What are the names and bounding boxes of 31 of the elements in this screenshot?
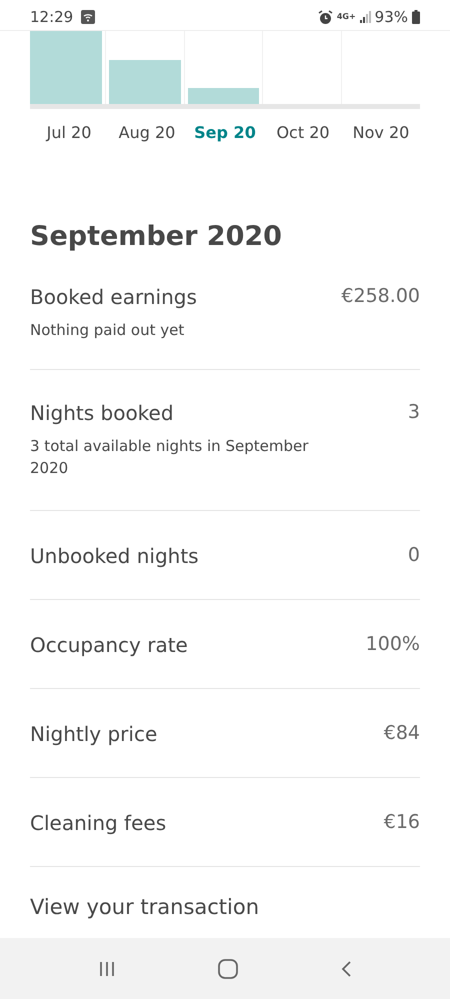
recent-apps-icon[interactable] bbox=[99, 960, 116, 976]
row-value: €16 bbox=[384, 810, 420, 835]
section-title: September 2020 bbox=[30, 220, 283, 254]
row-note: Nothing paid out yet bbox=[30, 320, 186, 340]
row-label: Unbooked nights bbox=[30, 542, 199, 570]
signal-icon bbox=[360, 11, 371, 23]
row-value: 100% bbox=[366, 632, 420, 657]
row-value: 3 bbox=[408, 400, 420, 426]
battery-icon bbox=[412, 10, 420, 24]
month-label[interactable]: Jul 20 bbox=[30, 121, 108, 145]
battery-percent: 93% bbox=[374, 6, 408, 28]
month-label[interactable]: Nov 20 bbox=[342, 121, 420, 145]
row-label: Cleaning fees bbox=[30, 810, 166, 837]
row-note: 3 total available nights in September 2020 bbox=[30, 436, 310, 479]
back-icon[interactable] bbox=[340, 960, 351, 976]
row-value: €84 bbox=[384, 720, 420, 746]
status-time: 12:29 bbox=[30, 6, 74, 28]
month-label[interactable]: Sep 20 bbox=[186, 121, 264, 145]
row-label: Nights booked bbox=[30, 400, 174, 428]
wifi-icon bbox=[81, 10, 96, 24]
network-label: 4G+ bbox=[336, 11, 356, 23]
month-label[interactable]: Oct 20 bbox=[264, 121, 342, 145]
row-label: Occupancy rate bbox=[30, 632, 188, 659]
row-value: €258.00 bbox=[341, 284, 420, 308]
row-value: 0 bbox=[408, 542, 420, 568]
home-icon[interactable] bbox=[218, 958, 238, 978]
row-label: Nightly price bbox=[30, 720, 158, 748]
row-label: Booked earnings bbox=[30, 284, 197, 310]
alarm-icon bbox=[318, 10, 333, 24]
month-label[interactable]: Aug 20 bbox=[108, 121, 186, 145]
transaction-history-link[interactable]: View your transaction bbox=[30, 892, 290, 922]
